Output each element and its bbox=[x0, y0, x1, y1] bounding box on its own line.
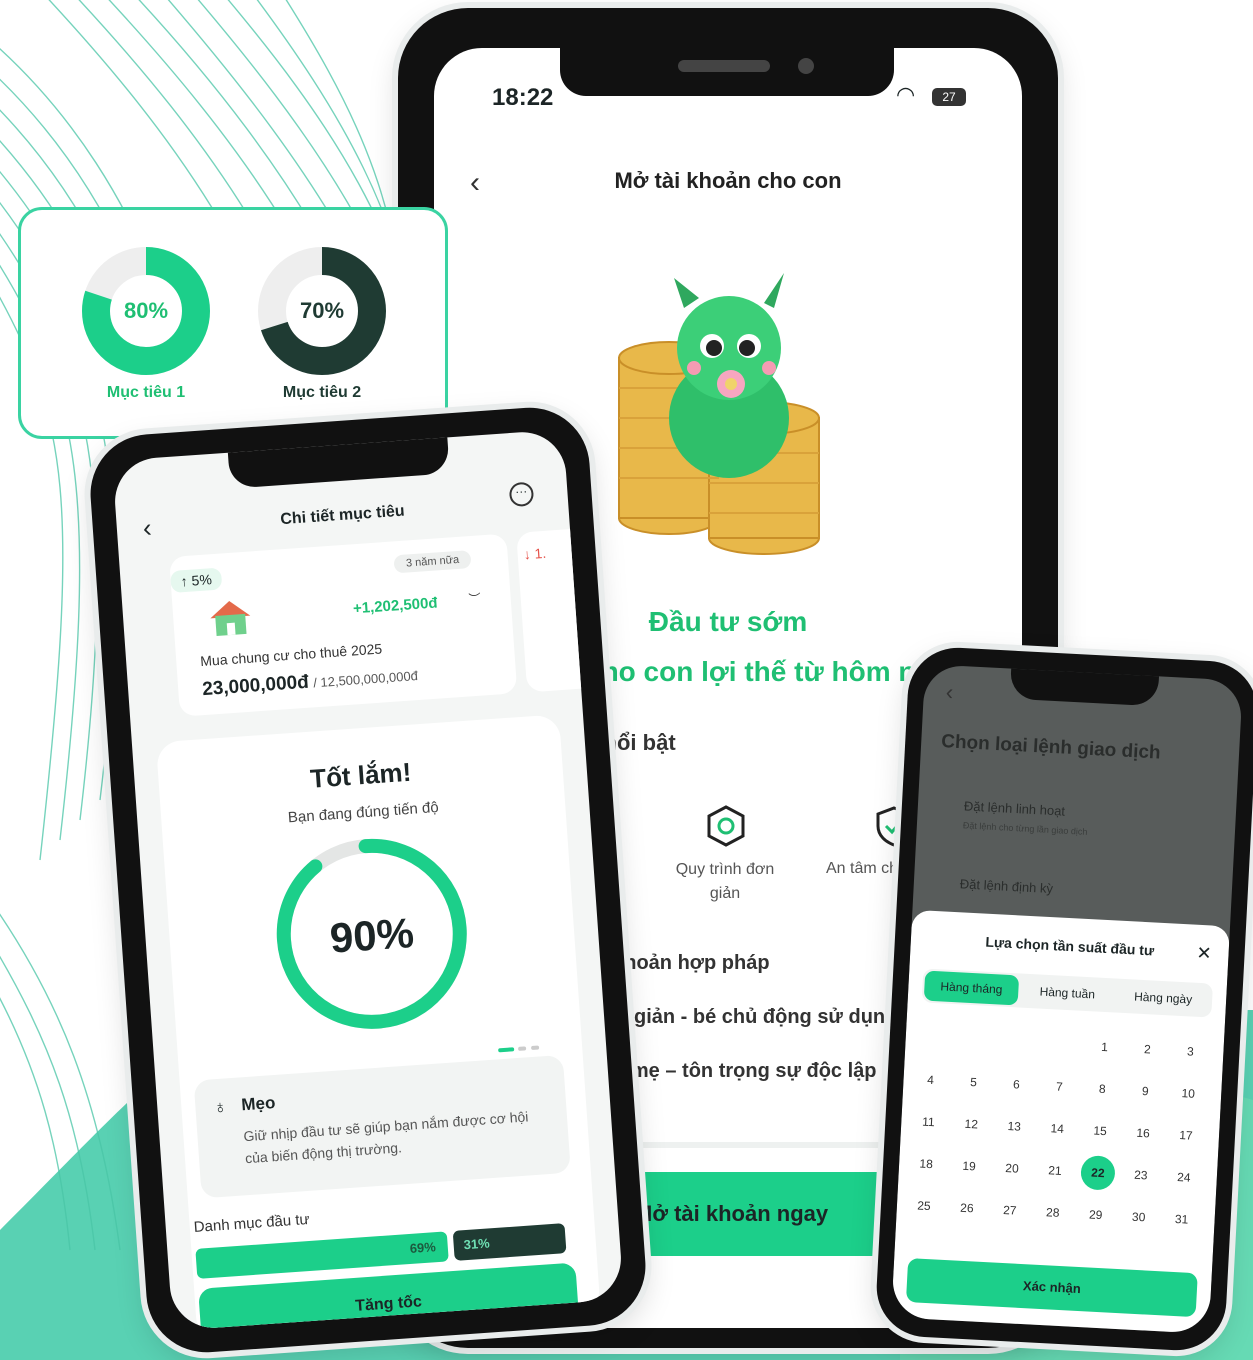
calendar-day[interactable]: 17 bbox=[1168, 1118, 1204, 1154]
calendar-day[interactable]: 24 bbox=[1166, 1159, 1202, 1195]
portfolio-b-value: 31% bbox=[463, 1235, 491, 1253]
feature-2-label: Quy trình đơn giản bbox=[675, 861, 775, 902]
calendar-day[interactable]: 19 bbox=[951, 1148, 987, 1184]
progress-card: Tốt lắm! Bạn đang đúng tiến độ 90% ♁ Mẹo… bbox=[155, 714, 601, 1331]
tip-title: Mẹo bbox=[240, 1093, 276, 1115]
goal-2-percent: 70% bbox=[299, 298, 345, 323]
calendar-day[interactable]: 16 bbox=[1125, 1115, 1161, 1151]
goal-name: Mua chung cư cho thuê 2025 bbox=[199, 640, 383, 670]
lightbulb-icon: ♁ bbox=[212, 1096, 228, 1118]
sheet-title: Lựa chọn tần suất đầu tư bbox=[985, 933, 1155, 959]
calendar-day[interactable]: 13 bbox=[996, 1109, 1032, 1145]
goal-1-percent: 80% bbox=[123, 298, 169, 323]
calendar-day[interactable]: 28 bbox=[1035, 1195, 1071, 1231]
next-goal-card[interactable]: ↓ 1. bbox=[516, 527, 608, 693]
wifi-icon: ◠ bbox=[896, 82, 916, 107]
frequency-tabs: Hàng tháng Hàng tuần Hàng ngày bbox=[921, 968, 1214, 1018]
calendar-day[interactable]: 11 bbox=[911, 1104, 947, 1140]
background-option-1: Đặt lệnh linh hoạt bbox=[963, 798, 1066, 819]
feature-3-label: An tâm ch bbox=[826, 860, 899, 877]
portfolio-bar-b: 31% bbox=[452, 1223, 567, 1261]
goal-detail-screen: ‹ Chi tiết mục tiêu ··· ↑ 5% 3 năm nữa +… bbox=[112, 429, 624, 1331]
tab-daily[interactable]: Hàng ngày bbox=[1115, 981, 1210, 1016]
time-left-badge: 3 năm nữa bbox=[393, 550, 472, 574]
calendar-day[interactable]: 4 bbox=[913, 1062, 949, 1098]
camera-notch bbox=[560, 48, 894, 96]
goal-detail-phone: ‹ Chi tiết mục tiêu ··· ↑ 5% 3 năm nữa +… bbox=[86, 403, 650, 1357]
calendar-day[interactable]: 7 bbox=[1042, 1069, 1078, 1105]
calendar-day[interactable]: 21 bbox=[1037, 1153, 1073, 1189]
calendar-day[interactable]: 1 bbox=[1087, 1029, 1123, 1065]
background-option-1-sub: Đặt lệnh cho từng lần giao dịch bbox=[962, 820, 1088, 837]
growth-value: 5% bbox=[191, 571, 213, 589]
calendar-day[interactable]: 3 bbox=[1173, 1034, 1209, 1070]
portfolio-title: Danh mục đầu tư bbox=[193, 1210, 311, 1236]
calendar-day[interactable]: 18 bbox=[908, 1146, 944, 1182]
battery-icon: 27 bbox=[932, 88, 966, 106]
dragon-mascot-image bbox=[618, 273, 820, 555]
calendar-day[interactable]: 31 bbox=[1164, 1201, 1200, 1237]
tab-weekly[interactable]: Hàng tuần bbox=[1020, 976, 1115, 1011]
close-icon[interactable]: ✕ bbox=[1196, 943, 1212, 965]
bullet-1: i khoản hợp pháp bbox=[602, 952, 770, 974]
camera-notch bbox=[227, 433, 450, 489]
confirm-button[interactable]: Xác nhận bbox=[905, 1258, 1198, 1318]
goal-1-label: Mục tiêu 1 bbox=[106, 384, 186, 401]
goal-target: / 12,500,000,000đ bbox=[312, 668, 419, 691]
calendar-day-selected[interactable]: 22 bbox=[1080, 1154, 1116, 1191]
calendar-day[interactable]: 2 bbox=[1130, 1031, 1166, 1067]
tip-body: Giữ nhịp đầu tư sẽ giúp bạn nắm được cơ … bbox=[243, 1108, 529, 1167]
calendar-day[interactable]: 6 bbox=[999, 1067, 1035, 1103]
calendar-day[interactable]: 20 bbox=[994, 1150, 1030, 1186]
calendar-day[interactable]: 8 bbox=[1084, 1071, 1120, 1107]
tab-monthly[interactable]: Hàng tháng bbox=[923, 970, 1020, 1006]
calendar-day[interactable]: 9 bbox=[1127, 1073, 1163, 1109]
goal-summary-card[interactable]: ↑ 5% 3 năm nữa +1,202,500đ ︶ Mua chung c… bbox=[168, 533, 518, 717]
next-goal-growth-value: 1. bbox=[533, 544, 547, 562]
background-title: Chọn loại lệnh giao dịch bbox=[940, 731, 1162, 764]
calendar-day[interactable]: 23 bbox=[1123, 1157, 1159, 1193]
calendar-day[interactable]: 14 bbox=[1039, 1111, 1075, 1147]
order-frequency-phone: ‹ Chọn loại lệnh giao dịch Đặt lệnh linh… bbox=[874, 645, 1253, 1353]
tip-box: ♁ Mẹo Giữ nhịp đầu tư sẽ giúp bạn nắm đư… bbox=[193, 1054, 571, 1199]
portfolio-a-value: 69% bbox=[409, 1239, 437, 1256]
background-option-2: Đặt lệnh định kỳ bbox=[959, 876, 1054, 897]
open-account-button-label: Mở tài khoản ngay bbox=[634, 1201, 829, 1226]
calendar-day[interactable]: 25 bbox=[906, 1188, 942, 1224]
house-icon bbox=[206, 595, 255, 643]
calendar-day[interactable]: 30 bbox=[1121, 1199, 1157, 1235]
bullet-3: ba mẹ – tôn trọng sự độc lập bbox=[602, 1060, 877, 1082]
calendar-day[interactable]: 5 bbox=[956, 1064, 992, 1100]
calendar-day[interactable]: 10 bbox=[1170, 1076, 1206, 1112]
calendar-day[interactable]: 12 bbox=[953, 1106, 989, 1142]
goal-amount: 23,000,000đ / 12,500,000,000đ bbox=[202, 664, 419, 701]
page-title: Chi tiết mục tiêu bbox=[279, 502, 406, 529]
order-frequency-screen: ‹ Chọn loại lệnh giao dịch Đặt lệnh linh… bbox=[891, 664, 1243, 1334]
accelerate-button-label: Tăng tốc bbox=[354, 1293, 423, 1315]
growth-badge: ↑ 5% bbox=[169, 567, 223, 594]
calendar-day[interactable]: 26 bbox=[949, 1190, 985, 1226]
frequency-sheet: Lựa chọn tần suất đầu tư ✕ Hàng tháng Hà… bbox=[891, 909, 1231, 1334]
calendar-day[interactable]: 29 bbox=[1078, 1197, 1114, 1233]
goal-current: 23,000,000đ bbox=[201, 671, 310, 701]
status-time: 18:22 bbox=[492, 84, 554, 111]
calendar-day[interactable]: 15 bbox=[1082, 1113, 1118, 1149]
day-calendar: 1 2 3 4 5 6 7 8 9 10 11 12 13 14 15 16 17 18 19 20 21 22 23 24 2… bbox=[901, 1020, 1218, 1256]
confirm-button-label: Xác nhận bbox=[1022, 1278, 1082, 1297]
goals-card: 80% Mục tiêu 1 70% Mục tiêu 2 bbox=[18, 207, 448, 439]
goal-2-label: Mục tiêu 2 bbox=[282, 384, 362, 401]
bullet-2: ơn giản - bé chủ động sử dụn bbox=[602, 1006, 886, 1028]
next-goal-growth: ↓ 1. bbox=[523, 544, 547, 563]
back-chevron-icon[interactable]: ‹ bbox=[945, 679, 954, 705]
gain-value: +1,202,500đ bbox=[352, 594, 439, 618]
camera-notch bbox=[1009, 664, 1160, 707]
hide-eye-icon[interactable]: ︶ bbox=[468, 589, 481, 607]
portfolio-bar-a: 69% bbox=[195, 1231, 449, 1279]
battery-level: 27 bbox=[942, 90, 956, 104]
hexagon-icon bbox=[704, 804, 748, 853]
carousel-dots bbox=[497, 1037, 540, 1058]
page-title: Mở tài khoản cho con bbox=[614, 168, 842, 193]
calendar-day[interactable]: 27 bbox=[992, 1192, 1028, 1228]
